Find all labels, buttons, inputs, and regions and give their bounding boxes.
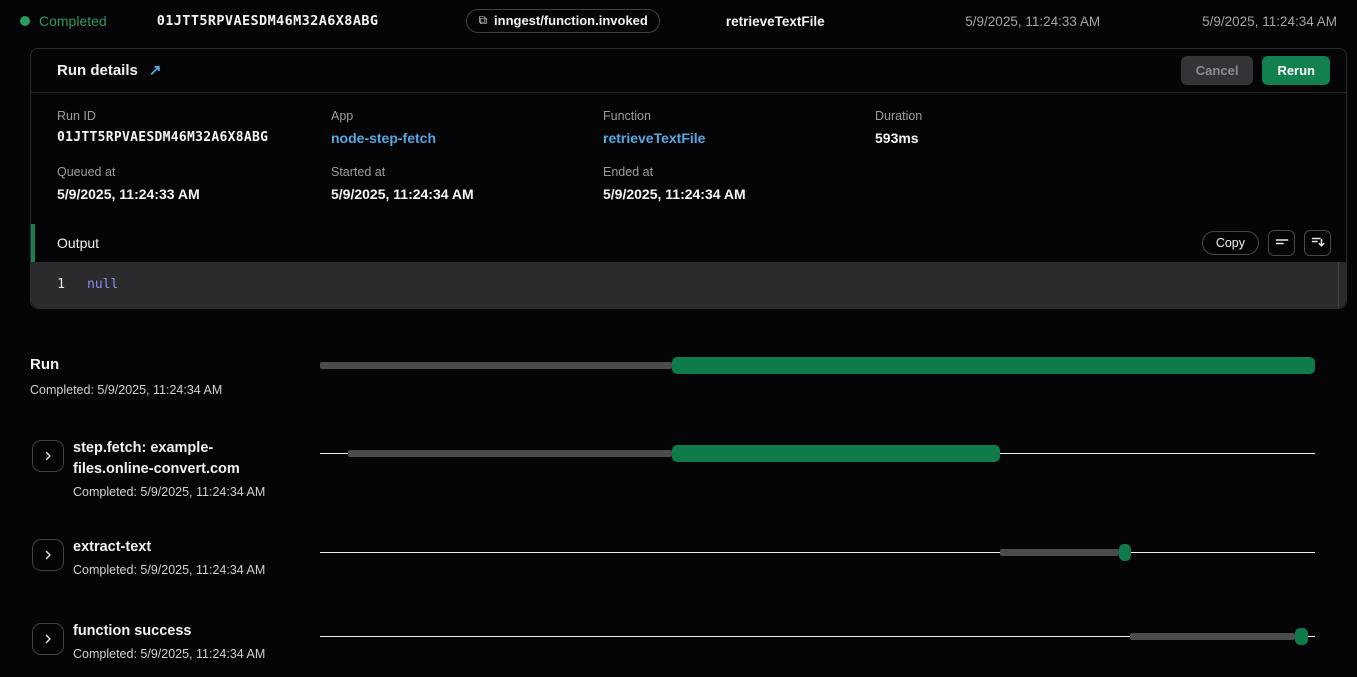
timeline-segment-active (1295, 628, 1308, 645)
wrap-lines-icon (1275, 235, 1289, 252)
field-value: 01JTT5RPVAESDM46M32A6X8ABG (57, 130, 331, 145)
run-details-header: Run details ↗ Cancel Rerun (31, 49, 1346, 93)
chevron-right-icon (43, 548, 53, 563)
timeline-run-track (320, 357, 1315, 374)
field-value: 593ms (875, 130, 1320, 146)
move-to-bottom-button[interactable] (1304, 230, 1331, 256)
field-label: Duration (875, 109, 1320, 123)
output-code-block: 1 null (31, 262, 1346, 308)
expand-step-button[interactable] (32, 440, 64, 472)
cancel-button[interactable]: Cancel (1181, 56, 1254, 85)
status-label: Completed (39, 13, 107, 29)
field-app: App node-step-fetch (331, 109, 603, 146)
line-number: 1 (31, 276, 87, 293)
event-name-label: inngest/function.invoked (494, 13, 648, 28)
run-details-panel: Run details ↗ Cancel Rerun Run ID 01JTT5… (30, 48, 1347, 309)
timeline-segment-active (1119, 544, 1131, 561)
scrollbar-gutter[interactable] (1338, 262, 1339, 308)
copy-output-button[interactable]: Copy (1202, 231, 1259, 255)
field-label: Run ID (57, 109, 331, 123)
output-title: Output (57, 235, 99, 251)
step-title: step.fetch: example-files.online-convert… (73, 438, 289, 480)
output-header: Output Copy (31, 224, 1346, 262)
timeline-segment-active (672, 357, 1315, 374)
code-line: 1 null (31, 276, 1346, 293)
function-success-track (320, 628, 1315, 645)
timeline-segment-active (672, 445, 999, 462)
started-timestamp: 5/9/2025, 11:24:34 AM (1202, 14, 1337, 29)
field-function: Function retrieveTextFile (603, 109, 875, 146)
step-fetch-track (320, 445, 1315, 462)
field-queued-at: Queued at 5/9/2025, 11:24:33 AM (57, 165, 331, 202)
output-accent-bar (31, 224, 35, 262)
function-name-text: retrieveTextFile (726, 14, 825, 29)
external-link-icon[interactable]: ↗ (149, 63, 162, 78)
run-timeline: Run Completed: 5/9/2025, 11:24:34 AM ste… (30, 355, 1315, 663)
timeline-run-completed: Completed: 5/9/2025, 11:24:34 AM (30, 382, 222, 398)
function-link[interactable]: retrieveTextFile (603, 130, 875, 146)
field-ended-at: Ended at 5/9/2025, 11:24:34 AM (603, 165, 875, 202)
panel-title: Run details (57, 62, 138, 79)
timeline-segment-queue (320, 362, 672, 369)
field-label: App (331, 109, 603, 123)
expand-step-button[interactable] (32, 623, 64, 655)
chevron-right-icon (43, 632, 53, 647)
timeline-segment-queue (348, 450, 672, 457)
step-completed: Completed: 5/9/2025, 11:24:34 AM (73, 562, 289, 579)
wrap-lines-button[interactable] (1268, 230, 1295, 256)
lines-down-arrow-icon (1311, 235, 1325, 252)
queued-timestamp: 5/9/2025, 11:24:33 AM (965, 14, 1100, 29)
run-status-bar: Completed 01JTT5RPVAESDM46M32A6X8ABG ⧉ i… (0, 0, 1357, 42)
field-label: Function (603, 109, 875, 123)
step-title: extract-text (73, 537, 289, 558)
timeline-row-step-fetch: step.fetch: example-files.online-convert… (30, 438, 1315, 501)
field-label: Queued at (57, 165, 331, 179)
timeline-row-run: Run Completed: 5/9/2025, 11:24:34 AM (30, 355, 1315, 398)
step-completed: Completed: 5/9/2025, 11:24:34 AM (73, 646, 289, 663)
copy-icon: ⧉ (478, 13, 487, 28)
field-label: Ended at (603, 165, 875, 179)
run-detail-grid: Run ID 01JTT5RPVAESDM46M32A6X8ABG App no… (31, 93, 1346, 224)
status-completed-icon (20, 16, 30, 26)
field-duration: Duration 593ms (875, 109, 1320, 146)
timeline-run-name: Run (30, 355, 59, 375)
field-run-id: Run ID 01JTT5RPVAESDM46M32A6X8ABG (57, 109, 331, 146)
chevron-right-icon (43, 449, 53, 464)
step-title: function success (73, 621, 289, 642)
rerun-button[interactable]: Rerun (1262, 56, 1330, 85)
timeline-segment-line (320, 552, 1315, 554)
field-label: Started at (331, 165, 603, 179)
field-value: 5/9/2025, 11:24:33 AM (57, 186, 331, 202)
timeline-segment-queue (1130, 633, 1295, 640)
event-name-badge[interactable]: ⧉ inngest/function.invoked (466, 9, 659, 33)
run-id-text: 01JTT5RPVAESDM46M32A6X8ABG (157, 13, 379, 29)
timeline-segment-queue (1000, 549, 1119, 556)
expand-step-button[interactable] (32, 539, 64, 571)
timeline-row-function-success: function success Completed: 5/9/2025, 11… (30, 621, 1315, 663)
field-value: 5/9/2025, 11:24:34 AM (603, 186, 875, 202)
extract-text-track (320, 544, 1315, 561)
step-completed: Completed: 5/9/2025, 11:24:34 AM (73, 484, 289, 501)
timeline-row-extract-text: extract-text Completed: 5/9/2025, 11:24:… (30, 537, 1315, 579)
code-text: null (87, 276, 118, 293)
field-started-at: Started at 5/9/2025, 11:24:34 AM (331, 165, 603, 202)
app-link[interactable]: node-step-fetch (331, 130, 603, 146)
field-value: 5/9/2025, 11:24:34 AM (331, 186, 603, 202)
